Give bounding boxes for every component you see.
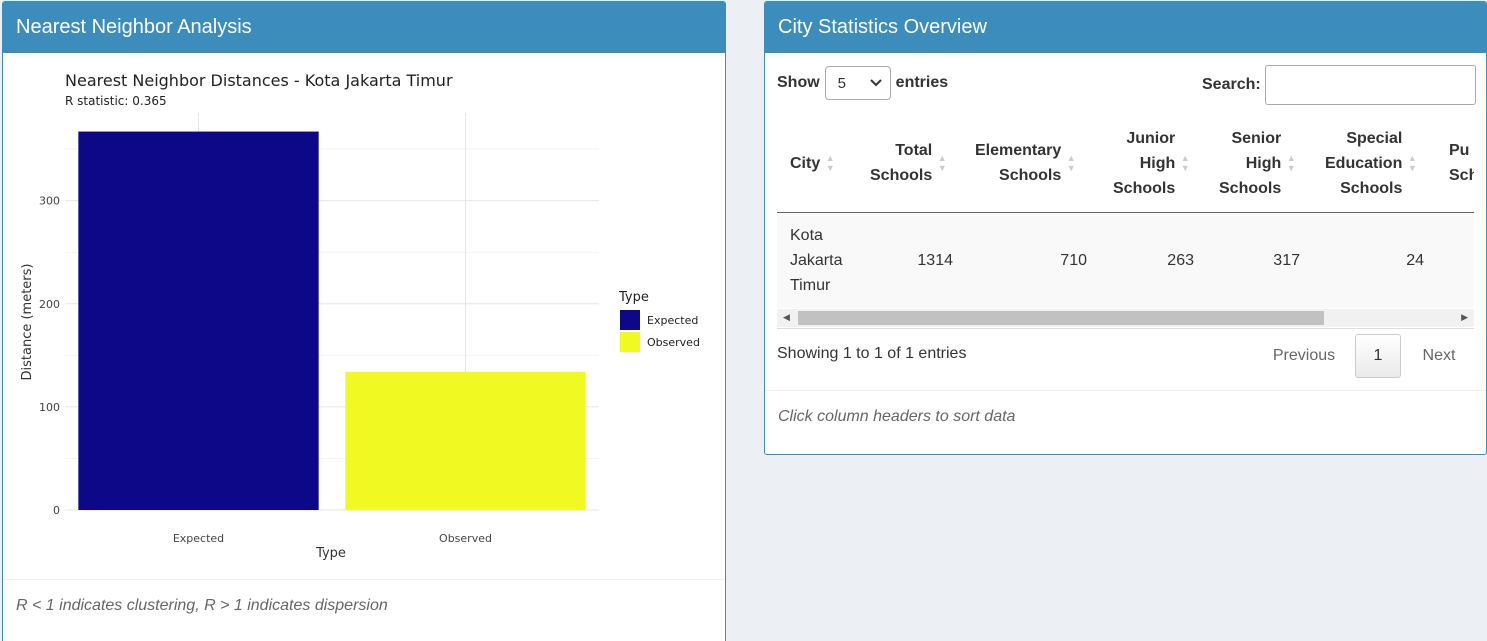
y-tick-label: 200 xyxy=(39,298,60,311)
panel-header: City Statistics Overview xyxy=(765,2,1486,53)
panel-title: City Statistics Overview xyxy=(778,16,987,38)
legend-entry-label: Observed xyxy=(647,336,700,349)
legend-entry-label: Expected xyxy=(647,314,698,327)
y-tick-label: 300 xyxy=(39,195,60,208)
city-statistics-panel: City Statistics Overview Show 5 entries … xyxy=(764,1,1487,455)
legend-swatch-observed xyxy=(620,332,640,352)
entries-length-value: 5 xyxy=(837,74,847,92)
chart-subtitle: R statistic: 0.365 xyxy=(65,94,167,108)
show-label: Show xyxy=(777,74,820,91)
column-header-special-education-schools[interactable]: Special Education Schools ▲ ▼ xyxy=(1325,114,1429,212)
y-tick-label: 0 xyxy=(53,504,60,517)
panel-title: Nearest Neighbor Analysis xyxy=(16,16,252,38)
cell-senior-high-schools: 317 xyxy=(1273,252,1300,269)
cell-junior-high-schools: 263 xyxy=(1167,252,1194,269)
search-input[interactable] xyxy=(1264,65,1476,105)
sort-icon: ▲ ▼ xyxy=(937,153,947,173)
y-tick-label: 100 xyxy=(39,401,60,414)
entries-label: entries xyxy=(895,74,949,91)
table-bottom-divider xyxy=(777,328,1474,329)
cell-special-education-schools: 24 xyxy=(1406,252,1424,269)
footer-note: Click column headers to sort data xyxy=(778,407,1016,425)
footer-note: R < 1 indicates clustering, R > 1 indica… xyxy=(16,596,388,614)
table-row[interactable]: Kota Jakarta Timur 1314 710 263 317 24 xyxy=(777,213,1474,308)
column-header-junior-high-schools[interactable]: Junior High Schools ▲ ▼ xyxy=(1113,114,1195,212)
scrollbar-thumb[interactable] xyxy=(798,311,1324,325)
sort-icon: ▲ ▼ xyxy=(1066,153,1076,173)
legend-title: Type xyxy=(618,290,649,305)
panel-footer: Click column headers to sort data xyxy=(765,390,1486,442)
column-label: City xyxy=(790,154,821,172)
previous-button[interactable]: Previous xyxy=(1253,334,1355,378)
cell-city: Kota Jakarta Timur xyxy=(790,227,843,294)
sort-icon: ▲ ▼ xyxy=(1180,153,1190,173)
column-header-total-schools[interactable]: Total Schools ▲ ▼ xyxy=(870,114,955,212)
table-info: Showing 1 to 1 of 1 entries xyxy=(777,345,967,362)
legend-swatch-expected xyxy=(620,310,640,330)
x-axis-label: Type xyxy=(315,546,346,561)
panel-footer: R < 1 indicates clustering, R > 1 indica… xyxy=(3,579,725,631)
scroll-right-icon[interactable]: ▶ xyxy=(1461,312,1468,323)
chart-legend: Type Expected Observed xyxy=(618,290,700,352)
column-label: Pu Sch xyxy=(1449,142,1474,184)
column-label: Junior High Schools xyxy=(1113,129,1176,197)
x-tick-label: Observed xyxy=(439,532,492,545)
length-control: Show 5 entries xyxy=(777,66,948,100)
nearest-neighbor-chart: Nearest Neighbor Distances - Kota Jakart… xyxy=(20,71,700,561)
search-control: Search: xyxy=(1202,65,1476,105)
chevron-down-icon xyxy=(869,79,882,87)
column-header-elementary-schools[interactable]: Elementary Schools ▲ ▼ xyxy=(975,114,1087,212)
search-label: Search: xyxy=(1202,76,1261,93)
page-1-button[interactable]: 1 xyxy=(1355,334,1401,378)
cell-elementary-schools: 710 xyxy=(1060,252,1087,269)
sort-icon: ▲ ▼ xyxy=(825,153,835,173)
panel-header: Nearest Neighbor Analysis xyxy=(3,2,725,53)
column-header-public-schools[interactable]: Pu Sch xyxy=(1449,114,1474,212)
entries-length-select[interactable]: 5 xyxy=(824,66,891,100)
x-tick-label: Expected xyxy=(173,532,224,545)
horizontal-scrollbar[interactable]: ◀ ▶ xyxy=(777,309,1474,327)
bar-expected xyxy=(78,131,319,510)
scroll-left-icon[interactable]: ◀ xyxy=(783,312,790,323)
column-header-city[interactable]: City ▲ ▼ xyxy=(790,114,850,212)
next-button[interactable]: Next xyxy=(1401,334,1477,378)
pagination: Previous 1 Next xyxy=(1253,333,1477,379)
column-header-senior-high-schools[interactable]: Senior High Schools ▲ ▼ xyxy=(1219,114,1301,212)
column-label: Senior High Schools xyxy=(1219,129,1282,197)
column-label: Elementary Schools xyxy=(975,142,1062,184)
sort-icon: ▲ ▼ xyxy=(1286,153,1296,173)
cell-total-schools: 1314 xyxy=(917,252,953,269)
column-label: Total Schools xyxy=(870,142,933,184)
y-axis-label: Distance (meters) xyxy=(20,264,35,381)
sort-icon: ▲ ▼ xyxy=(1407,153,1417,173)
column-label: Special Education Schools xyxy=(1325,129,1403,197)
bar-observed xyxy=(345,371,586,510)
data-table: City ▲ ▼ Total Schools ▲ ▼ Elementary Scho… xyxy=(777,114,1474,328)
chart-title: Nearest Neighbor Distances - Kota Jakart… xyxy=(65,71,453,90)
nearest-neighbor-panel: Nearest Neighbor Analysis Nearest Neighb… xyxy=(2,1,726,641)
